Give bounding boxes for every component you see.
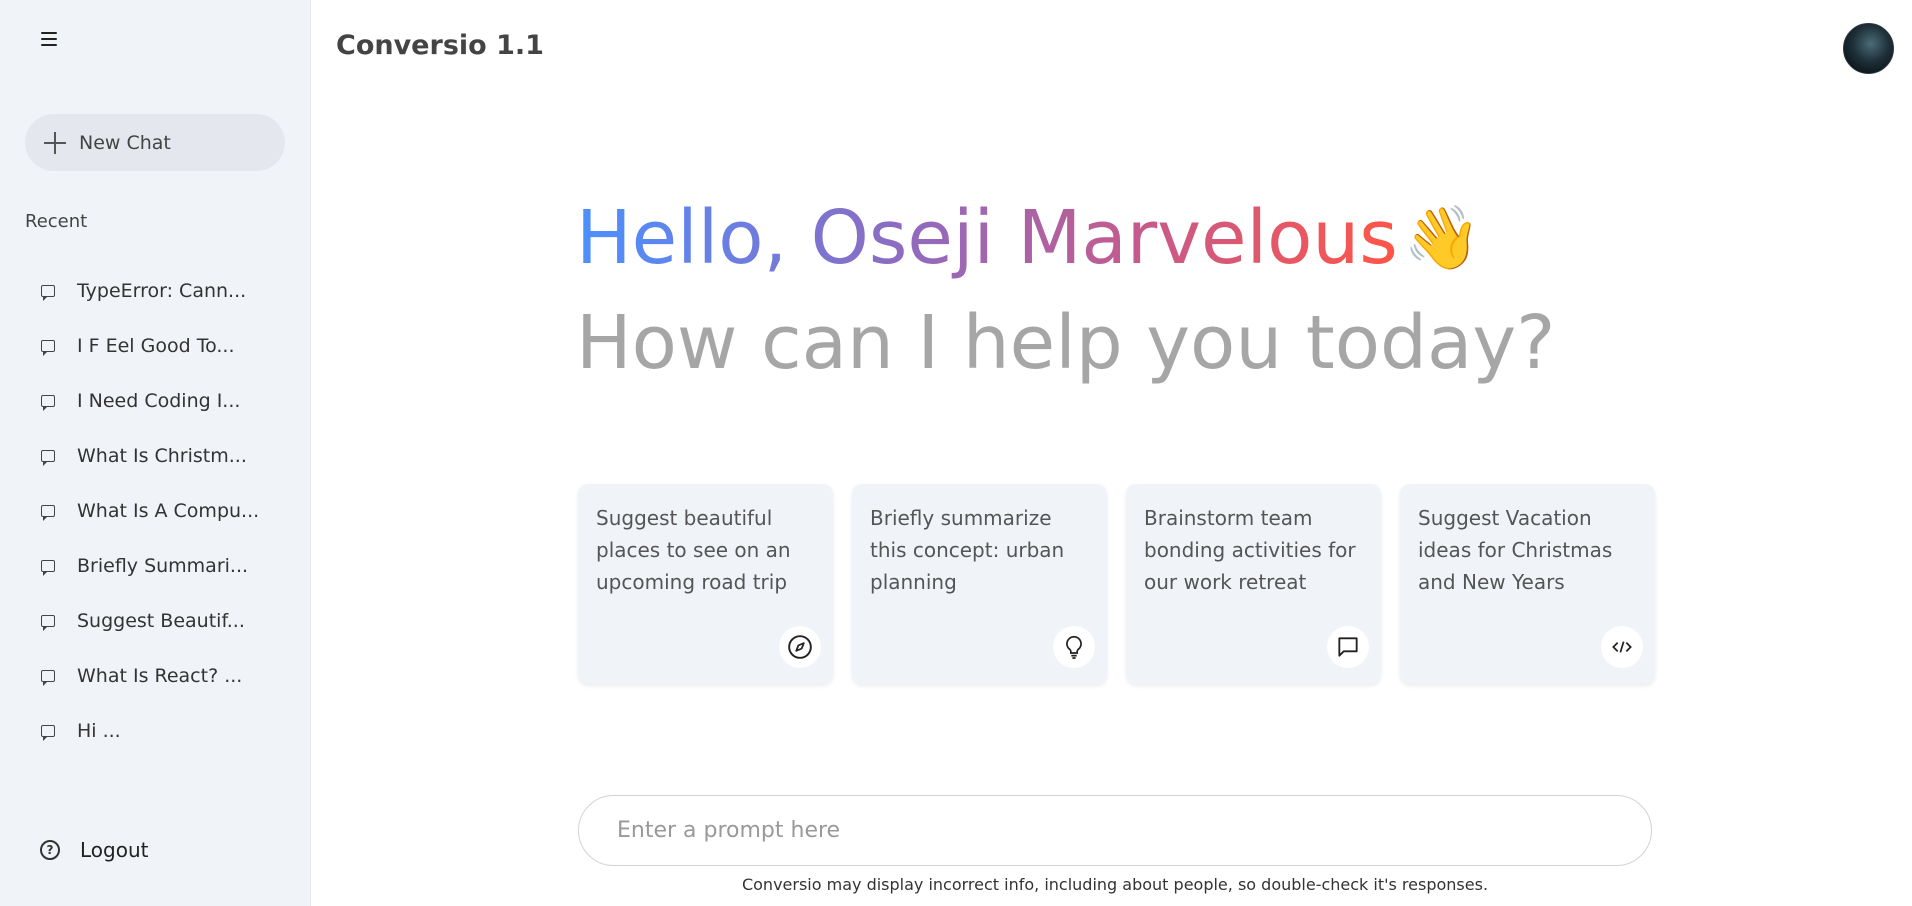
waving-hand-icon: 👋 [1403,201,1482,274]
message-icon [41,614,55,631]
app-title: Conversio 1.1 [336,30,544,61]
message-icon [41,504,55,521]
code-icon [1601,626,1643,668]
recent-item[interactable]: What Is Christm... [25,428,285,483]
message-icon [41,339,55,356]
recent-item[interactable]: I F Eel Good To... [25,318,285,373]
recent-item-label: TypeError: Cann... [77,279,247,302]
message-icon [41,284,55,301]
logout-label: Logout [80,838,149,862]
avatar[interactable] [1843,23,1894,74]
recent-item[interactable]: Suggest Beautif... [25,593,285,648]
recent-item[interactable]: Hi ... [25,703,285,758]
suggestion-card[interactable]: Suggest beautiful places to see on an up… [578,484,833,684]
message-icon [41,394,55,411]
disclaimer: Conversio may display incorrect info, in… [741,875,1489,894]
recent-item-label: What Is Christm... [77,444,247,467]
recent-item[interactable]: TypeError: Cann... [25,263,285,318]
message-icon [1327,626,1369,668]
suggestion-card[interactable]: Brainstorm team bonding activities for o… [1126,484,1381,684]
suggestion-card-text: Briefly summarize this concept: urban pl… [870,506,1065,594]
greeting-name: Hello, Oseji Marvelous [576,195,1398,281]
plus-icon [43,131,67,155]
recent-item-label: Suggest Beautif... [77,609,245,632]
compass-icon [779,626,821,668]
recent-item[interactable]: What Is React? ... [25,648,285,703]
prompt-box [578,795,1652,866]
logout-button[interactable]: ? Logout [40,838,148,862]
greeting-question: How can I help you today? [576,300,1556,386]
suggestion-card-text: Suggest beautiful places to see on an up… [596,506,791,594]
recent-item-label: I Need Coding I... [77,389,241,412]
recent-item-label: What Is React? ... [77,664,243,687]
prompt-input[interactable] [617,818,1613,843]
recent-heading: Recent [25,211,88,232]
recent-item[interactable]: Briefly Summari... [25,538,285,593]
message-icon [41,449,55,466]
menu-icon[interactable] [36,26,62,52]
suggestion-card-text: Brainstorm team bonding activities for o… [1144,506,1356,594]
recent-item[interactable]: What Is A Compu... [25,483,285,538]
recent-item-label: What Is A Compu... [77,499,260,522]
message-icon [41,669,55,686]
recent-list: TypeError: Cann... I F Eel Good To... I … [25,263,285,758]
message-icon [41,724,55,741]
suggestion-card[interactable]: Suggest Vacation ideas for Christmas and… [1400,484,1655,684]
suggestion-card-text: Suggest Vacation ideas for Christmas and… [1418,506,1613,594]
recent-item-label: Briefly Summari... [77,554,249,577]
new-chat-button[interactable]: New Chat [25,114,285,171]
recent-item-label: Hi ... [77,719,121,742]
lightbulb-icon [1053,626,1095,668]
greeting: Hello, Oseji Marvelous👋 [576,195,1482,281]
suggestion-card[interactable]: Briefly summarize this concept: urban pl… [852,484,1107,684]
recent-item[interactable]: I Need Coding I... [25,373,285,428]
help-icon: ? [40,840,60,860]
sidebar: New Chat Recent TypeError: Cann... I F E… [0,0,311,906]
recent-item-label: I F Eel Good To... [77,334,235,357]
new-chat-label: New Chat [79,131,171,154]
suggestion-cards: Suggest beautiful places to see on an up… [578,484,1655,684]
message-icon [41,559,55,576]
